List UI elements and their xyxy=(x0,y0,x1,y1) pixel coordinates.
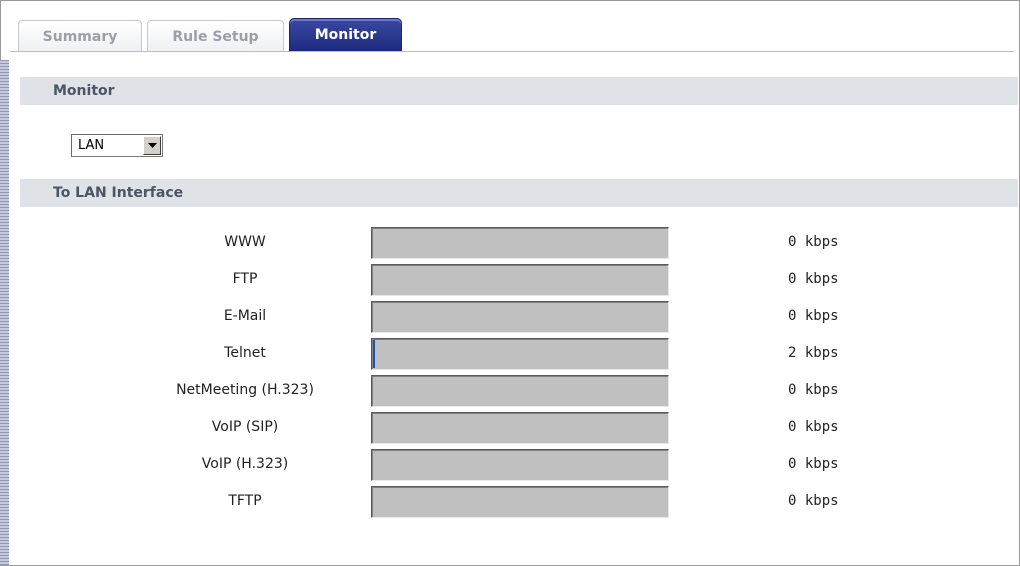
tab-divider xyxy=(10,51,1014,52)
traffic-type-label: TFTP xyxy=(228,493,262,509)
bandwidth-meter xyxy=(371,486,669,518)
tab-monitor[interactable]: Monitor xyxy=(289,18,402,52)
traffic-type-label: NetMeeting (H.323) xyxy=(176,382,314,398)
interface-select[interactable]: LAN xyxy=(71,134,163,157)
bandwidth-rate-value: 0 kbps xyxy=(788,419,839,435)
bandwidth-rate-value: 0 kbps xyxy=(788,234,839,250)
tab-summary[interactable]: Summary xyxy=(18,20,142,52)
traffic-type-label: VoIP (H.323) xyxy=(201,456,289,472)
bandwidth-rate-value: 2 kbps xyxy=(788,345,839,361)
chevron-down-icon[interactable] xyxy=(143,136,161,155)
traffic-type-label: FTP xyxy=(232,271,258,287)
tab-bar: Summary Rule Setup Monitor xyxy=(18,14,407,52)
bandwidth-meter xyxy=(371,301,669,333)
bandwidth-rate-value: 0 kbps xyxy=(788,382,839,398)
bandwidth-rate-value: 0 kbps xyxy=(788,271,839,287)
bandwidth-meter xyxy=(371,264,669,296)
traffic-type-label: E-Mail xyxy=(223,308,267,324)
traffic-type-label: WWW xyxy=(224,234,266,250)
bandwidth-meter-fill xyxy=(373,340,375,368)
bandwidth-rate-value: 0 kbps xyxy=(788,456,839,472)
bandwidth-rate-value: 0 kbps xyxy=(788,493,839,509)
bandwidth-meter xyxy=(371,338,669,370)
left-edge-strip xyxy=(0,60,9,565)
bandwidth-meter xyxy=(371,375,669,407)
bandwidth-meter xyxy=(371,227,669,259)
interface-select-value: LAN xyxy=(78,138,105,153)
traffic-type-label: VoIP (SIP) xyxy=(211,419,279,435)
traffic-type-label: Telnet xyxy=(224,345,266,361)
bandwidth-meter xyxy=(371,449,669,481)
tab-rule-setup[interactable]: Rule Setup xyxy=(147,20,284,52)
monitor-section-header: Monitor xyxy=(20,77,1018,105)
bandwidth-rate-value: 0 kbps xyxy=(788,308,839,324)
lan-interface-section-header: To LAN Interface xyxy=(20,179,1018,207)
bandwidth-meter xyxy=(371,412,669,444)
